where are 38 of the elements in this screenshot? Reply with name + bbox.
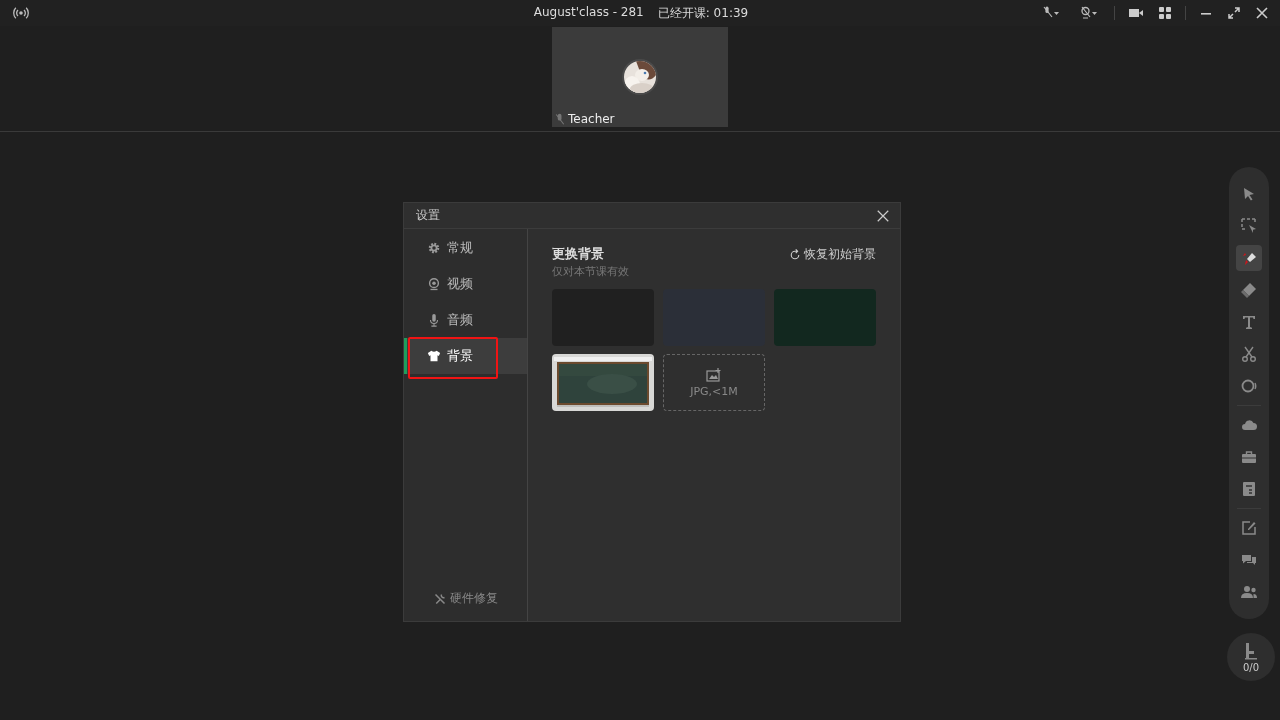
scissors-icon (1241, 346, 1257, 362)
section-note: 仅对本节课有效 (552, 264, 629, 279)
microphone-icon (427, 313, 441, 327)
text-icon (1241, 314, 1257, 330)
dialog-title: 设置 (416, 207, 440, 224)
shirt-icon (427, 349, 441, 363)
cloud-icon (1241, 417, 1257, 433)
class-timer: 已经开课: 01:39 (657, 4, 749, 22)
pen-icon (1241, 250, 1257, 266)
sidebar-item[interactable]: 音频 (404, 302, 527, 338)
restore-icon[interactable] (1226, 5, 1242, 21)
upload-button[interactable]: JPG,<1M (663, 354, 765, 411)
reset-background-link[interactable]: 恢复初始背景 (789, 246, 876, 263)
grid-icon[interactable] (1157, 5, 1173, 21)
background-swatch[interactable] (774, 289, 876, 346)
class-title: August'class - 281 (533, 4, 644, 21)
participant-name: Teacher (568, 112, 615, 126)
close-icon[interactable] (1254, 5, 1270, 21)
tools-icon (433, 592, 446, 605)
document-icon (1241, 481, 1257, 497)
hardware-repair-link[interactable]: 硬件修复 (404, 590, 527, 607)
circle-icon (1241, 378, 1257, 394)
section-heading: 更换背景 (552, 245, 605, 263)
hand-raise-button[interactable]: 0/0 (1227, 633, 1275, 681)
sidebar-item[interactable]: 视频 (404, 266, 527, 302)
broadcast-icon (12, 5, 30, 21)
add-image-icon (706, 367, 722, 383)
eraser-icon (1241, 282, 1257, 298)
settings-icon (427, 241, 441, 255)
toolbox-icon (1241, 449, 1257, 465)
sidebar-item[interactable]: 常规 (404, 230, 527, 266)
webcam-icon (427, 277, 441, 291)
refresh-icon (789, 248, 801, 261)
users-icon (1241, 584, 1257, 600)
selection-icon (1241, 218, 1257, 234)
edit-icon (1241, 520, 1257, 536)
raised-hand-icon (1243, 641, 1259, 660)
pen-tool[interactable] (1236, 245, 1262, 271)
